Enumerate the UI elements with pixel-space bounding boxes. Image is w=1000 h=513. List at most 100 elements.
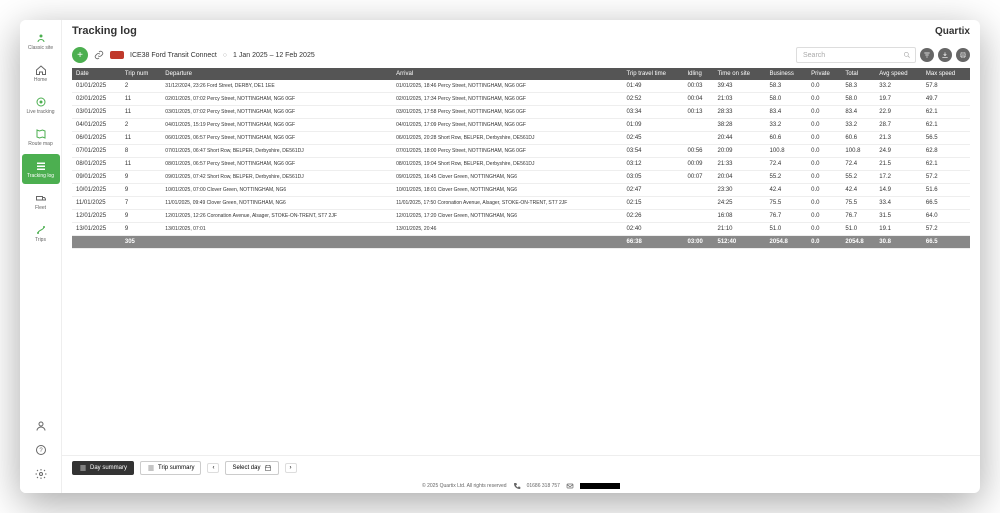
table-row[interactable]: 08/01/20251108/01/2025, 06:57 Percy Stre…	[72, 158, 970, 171]
table-row[interactable]: 10/01/2025910/01/2025, 07:00 Clover Gree…	[72, 184, 970, 197]
cell: 72.4	[766, 158, 808, 171]
cell: 38:28	[714, 119, 766, 132]
cell: 33.2	[841, 119, 875, 132]
sidebar: Classic site Home Live tracking Route ma…	[20, 20, 62, 493]
select-day-button[interactable]: Select day	[225, 461, 278, 475]
sidebar-item-route[interactable]: Route map	[22, 122, 60, 152]
cell: 00:13	[683, 106, 713, 119]
prev-page[interactable]: ‹	[207, 463, 219, 473]
table-row[interactable]: 04/01/2025204/01/2025, 15:19 Percy Stree…	[72, 119, 970, 132]
cell: 13/01/2025, 07:01	[161, 223, 392, 236]
link-icon[interactable]	[94, 50, 104, 60]
footer: © 2025 Quartix Ltd. All rights reserved …	[62, 479, 980, 493]
sidebar-item-home[interactable]: Home	[22, 58, 60, 88]
next-page[interactable]: ›	[285, 463, 297, 473]
cell: 58.0	[766, 93, 808, 106]
cell: 02:52	[623, 93, 684, 106]
table-row[interactable]: 01/01/2025231/12/2024, 23:26 Ford Street…	[72, 80, 970, 93]
sidebar-item-user[interactable]	[22, 415, 60, 437]
cell: 02/01/2025	[72, 93, 121, 106]
cell: 12/01/2025	[72, 210, 121, 223]
column-header[interactable]: Avg speed	[875, 68, 922, 80]
cell: 39:43	[714, 80, 766, 93]
filter-button[interactable]	[920, 48, 934, 62]
tracking-log-table: DateTrip numDepartureArrivalTrip travel …	[72, 68, 970, 249]
table-row[interactable]: 13/01/2025913/01/2025, 07:0113/01/2025, …	[72, 223, 970, 236]
cell: 03/01/2025, 17:58 Percy Street, NOTTINGH…	[392, 106, 622, 119]
cell: 33.2	[766, 119, 808, 132]
select-day-label: Select day	[232, 465, 260, 471]
table-row[interactable]: 02/01/20251102/01/2025, 07:02 Percy Stre…	[72, 93, 970, 106]
cell: 58.3	[841, 80, 875, 93]
cell: 11	[121, 93, 161, 106]
column-header[interactable]: Idling	[683, 68, 713, 80]
cell: 66.5	[922, 197, 970, 210]
cell: 03:12	[623, 158, 684, 171]
cell: 03:05	[623, 171, 684, 184]
cell: 04/01/2025	[72, 119, 121, 132]
cell: 13/01/2025, 20:46	[392, 223, 622, 236]
help-icon: ?	[35, 444, 47, 456]
sidebar-item-live[interactable]: Live tracking	[22, 90, 60, 120]
cell: 0.0	[807, 119, 841, 132]
cell: 22.9	[875, 106, 922, 119]
cell: 06/01/2025, 20:28 Short Row, BELPER, Der…	[392, 132, 622, 145]
trip-summary-toggle[interactable]: Trip summary	[140, 461, 201, 475]
cell: 75.5	[766, 197, 808, 210]
day-summary-toggle[interactable]: Day summary	[72, 461, 134, 475]
total-cell	[161, 236, 392, 249]
column-header[interactable]: Time on site	[714, 68, 766, 80]
cell: 21:03	[714, 93, 766, 106]
column-header[interactable]: Max speed	[922, 68, 970, 80]
cell: 62.1	[922, 106, 970, 119]
table-row[interactable]: 06/01/20251106/01/2025, 06:57 Percy Stre…	[72, 132, 970, 145]
cell: 21:10	[714, 223, 766, 236]
cell: 76.7	[766, 210, 808, 223]
table-row[interactable]: 07/01/2025807/01/2025, 06:47 Short Row, …	[72, 145, 970, 158]
sidebar-item-classic[interactable]: Classic site	[22, 26, 60, 56]
table-row[interactable]: 09/01/2025909/01/2025, 07:42 Short Row, …	[72, 171, 970, 184]
column-header[interactable]: Trip travel time	[623, 68, 684, 80]
column-header[interactable]: Business	[766, 68, 808, 80]
cell: 07/01/2025, 18:00 Percy Street, NOTTINGH…	[392, 145, 622, 158]
table-row[interactable]: 03/01/20251103/01/2025, 07:02 Percy Stre…	[72, 106, 970, 119]
column-header[interactable]: Departure	[161, 68, 392, 80]
cell: 09/01/2025, 16:45 Clover Green, NOTTINGH…	[392, 171, 622, 184]
sidebar-item-trips[interactable]: Trips	[22, 218, 60, 248]
search-placeholder: Search	[803, 52, 825, 59]
cell: 9	[121, 223, 161, 236]
print-button[interactable]	[956, 48, 970, 62]
cell: 01/01/2025, 18:46 Percy Street, NOTTINGH…	[392, 80, 622, 93]
sidebar-item-settings[interactable]	[22, 463, 60, 485]
cell: 02:47	[623, 184, 684, 197]
column-header[interactable]: Date	[72, 68, 121, 80]
cell: 03:34	[623, 106, 684, 119]
bottom-toolbar: Day summary Trip summary ‹ Select day ›	[62, 455, 980, 479]
download-button[interactable]	[938, 48, 952, 62]
cell: 60.6	[841, 132, 875, 145]
cell: 9	[121, 210, 161, 223]
column-header[interactable]: Total	[841, 68, 875, 80]
search-input[interactable]: Search	[796, 47, 916, 63]
sidebar-item-help[interactable]: ?	[22, 439, 60, 461]
cell	[683, 184, 713, 197]
cell: 21.3	[875, 132, 922, 145]
column-header[interactable]: Trip num	[121, 68, 161, 80]
mail-icon	[566, 482, 574, 490]
total-cell: 66.5	[922, 236, 970, 249]
table-container[interactable]: DateTrip numDepartureArrivalTrip travel …	[62, 68, 980, 455]
cell: 0.0	[807, 93, 841, 106]
sidebar-item-fleet[interactable]: Fleet	[22, 186, 60, 216]
cell: 28:33	[714, 106, 766, 119]
column-header[interactable]: Private	[807, 68, 841, 80]
table-row[interactable]: 12/01/2025912/01/2025, 12:26 Coronation …	[72, 210, 970, 223]
add-button[interactable]: +	[72, 47, 88, 63]
cell: 11/01/2025, 09:49 Clover Green, NOTTINGH…	[161, 197, 392, 210]
cell: 0.0	[807, 171, 841, 184]
page-nav: ‹	[207, 463, 219, 473]
cell: 02:15	[623, 197, 684, 210]
column-header[interactable]: Arrival	[392, 68, 622, 80]
cell: 07/01/2025, 06:47 Short Row, BELPER, Der…	[161, 145, 392, 158]
table-row[interactable]: 11/01/2025711/01/2025, 09:49 Clover Gree…	[72, 197, 970, 210]
sidebar-item-tracking-log[interactable]: Tracking log	[22, 154, 60, 184]
